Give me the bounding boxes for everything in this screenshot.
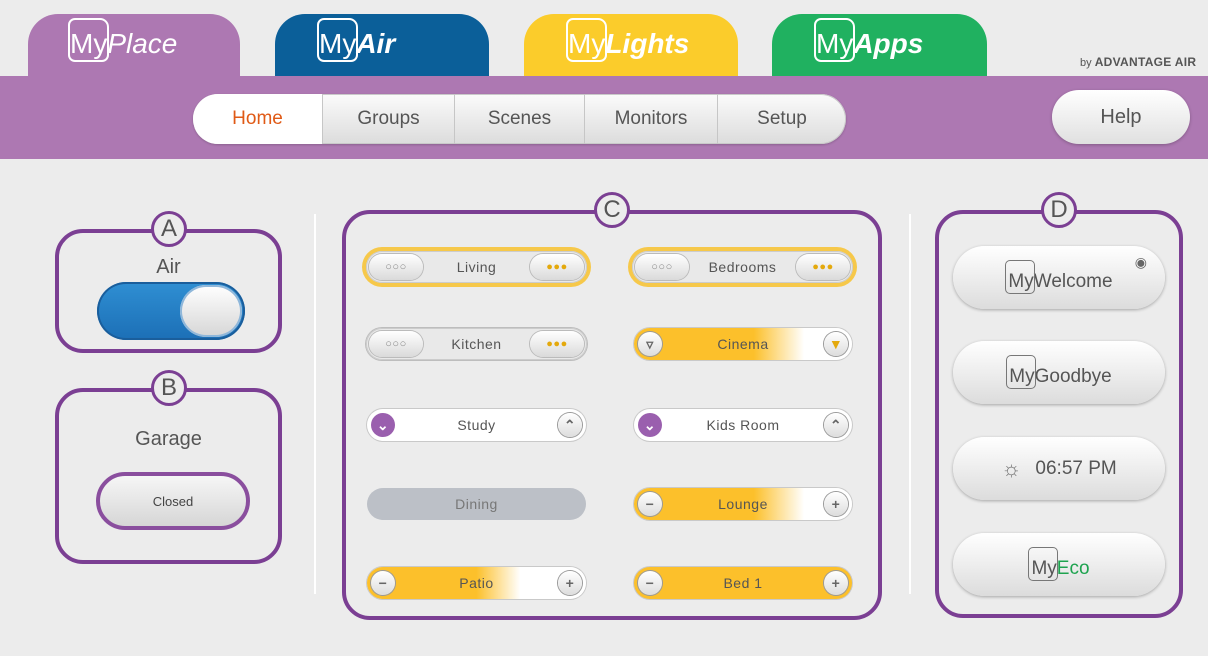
light-dining[interactable]: Dining: [367, 488, 586, 520]
plus-icon[interactable]: +: [824, 492, 848, 516]
air-title: Air: [156, 256, 181, 278]
bulb-off-icon[interactable]: ▿: [638, 332, 662, 356]
tab-myplace[interactable]: My Place: [28, 14, 240, 80]
myplace-logo: My Place: [68, 18, 177, 62]
minus-icon[interactable]: −: [638, 492, 662, 516]
light-off-icon[interactable]: ○○○: [369, 331, 423, 357]
nav-groups[interactable]: Groups: [323, 94, 455, 144]
nav-setup[interactable]: Setup: [718, 94, 846, 144]
light-off-icon[interactable]: ○○○: [369, 254, 423, 280]
light-bedrooms[interactable]: Bedrooms ○○○ ●●●: [632, 251, 853, 283]
brand-label: by ADVANTAGE AIR: [1078, 55, 1208, 69]
logo-my: My: [70, 28, 108, 59]
air-toggle[interactable]: [97, 282, 245, 340]
chevron-up-icon[interactable]: ⌃: [824, 413, 848, 437]
eye-icon[interactable]: ◉: [1135, 254, 1147, 271]
light-study-label: Study: [457, 417, 496, 433]
logo-my: My: [568, 28, 606, 59]
scene-timer-button[interactable]: ☼ 06:57 PM: [953, 437, 1165, 500]
brand-name: ADVANTAGE AIR: [1094, 55, 1197, 69]
sunset-icon: ☼: [1001, 455, 1022, 481]
light-kids-room-label: Kids Room: [706, 417, 780, 433]
scene-my: My: [1009, 365, 1035, 387]
logo-suffix: Lights: [605, 28, 690, 59]
light-on-icon[interactable]: ●●●: [796, 254, 850, 280]
tab-myapps[interactable]: My Apps: [772, 14, 987, 80]
scene-suffix: Eco: [1056, 557, 1090, 579]
bulb-on-icon[interactable]: ▼: [824, 332, 848, 356]
mylights-logo: My Lights: [566, 18, 689, 62]
minus-icon[interactable]: −: [371, 571, 395, 595]
panel-label-d: D: [1041, 192, 1077, 228]
panel-garage: Garage Closed: [55, 388, 282, 564]
light-kitchen[interactable]: Kitchen ○○○ ●●●: [366, 328, 587, 360]
divider-right: [909, 214, 911, 594]
scene-my: My: [1008, 270, 1034, 292]
light-bed-1-label: Bed 1: [723, 575, 763, 591]
light-dining-label: Dining: [455, 496, 498, 512]
light-lounge[interactable]: Lounge − +: [634, 488, 852, 520]
myeco-logo: My Eco: [1028, 546, 1090, 583]
scene-mywelcome-button[interactable]: My Welcome ◉: [953, 246, 1165, 309]
light-off-icon[interactable]: ○○○: [635, 254, 689, 280]
panel-label-a: A: [151, 211, 187, 247]
panel-label-c: C: [594, 192, 630, 228]
light-living[interactable]: Living ○○○ ●●●: [366, 251, 587, 283]
panel-label-b: B: [151, 370, 187, 406]
logo-my: My: [816, 28, 854, 59]
scene-mygoodbye-button[interactable]: My Goodbye: [953, 341, 1165, 404]
light-lounge-label: Lounge: [718, 496, 768, 512]
myair-logo: My Air: [317, 18, 395, 62]
light-kids-room[interactable]: Kids Room ⌄ ⌃: [634, 409, 852, 441]
mygoodbye-logo: My Goodbye: [1006, 354, 1112, 391]
light-on-icon[interactable]: ●●●: [530, 254, 584, 280]
divider-left: [314, 214, 316, 594]
logo-suffix: Apps: [853, 28, 924, 59]
logo-suffix: Air: [356, 28, 396, 59]
nav-scenes[interactable]: Scenes: [455, 94, 585, 144]
mywelcome-logo: My Welcome: [1005, 259, 1113, 296]
tab-myair[interactable]: My Air: [275, 14, 489, 80]
scene-my: My: [1031, 557, 1057, 579]
tab-mylights[interactable]: My Lights: [524, 14, 738, 80]
nav-home[interactable]: Home: [193, 94, 323, 144]
air-toggle-knob: [180, 285, 242, 337]
light-study[interactable]: Study ⌄ ⌃: [367, 409, 586, 441]
chevron-down-icon[interactable]: ⌄: [371, 413, 395, 437]
light-patio-label: Patio: [459, 575, 494, 591]
light-on-icon[interactable]: ●●●: [530, 331, 584, 357]
scene-timer-time: 06:57 PM: [1035, 457, 1117, 479]
plus-icon[interactable]: +: [558, 571, 582, 595]
brand-by: by: [1080, 57, 1095, 69]
nav-segmented-control: Home Groups Scenes Monitors Setup: [193, 94, 846, 144]
panel-air: Air: [55, 229, 282, 353]
garage-title: Garage: [135, 428, 202, 450]
chevron-up-icon[interactable]: ⌃: [558, 413, 582, 437]
chevron-down-icon[interactable]: ⌄: [638, 413, 662, 437]
scene-suffix: Welcome: [1033, 270, 1113, 292]
scene-myeco-button[interactable]: My Eco: [953, 533, 1165, 596]
nav-monitors[interactable]: Monitors: [585, 94, 718, 144]
garage-door-button[interactable]: Closed: [96, 472, 250, 530]
light-patio[interactable]: Patio − +: [367, 567, 586, 599]
light-cinema-label: Cinema: [717, 336, 769, 352]
minus-icon[interactable]: −: [638, 571, 662, 595]
scene-suffix: Goodbye: [1034, 365, 1112, 387]
light-bed-1[interactable]: Bed 1 − +: [634, 567, 852, 599]
logo-suffix: Place: [107, 28, 178, 59]
light-cinema[interactable]: Cinema ▿ ▼: [634, 328, 852, 360]
logo-my: My: [319, 28, 357, 59]
myapps-logo: My Apps: [814, 18, 923, 62]
plus-icon[interactable]: +: [824, 571, 848, 595]
help-button[interactable]: Help: [1052, 90, 1190, 144]
